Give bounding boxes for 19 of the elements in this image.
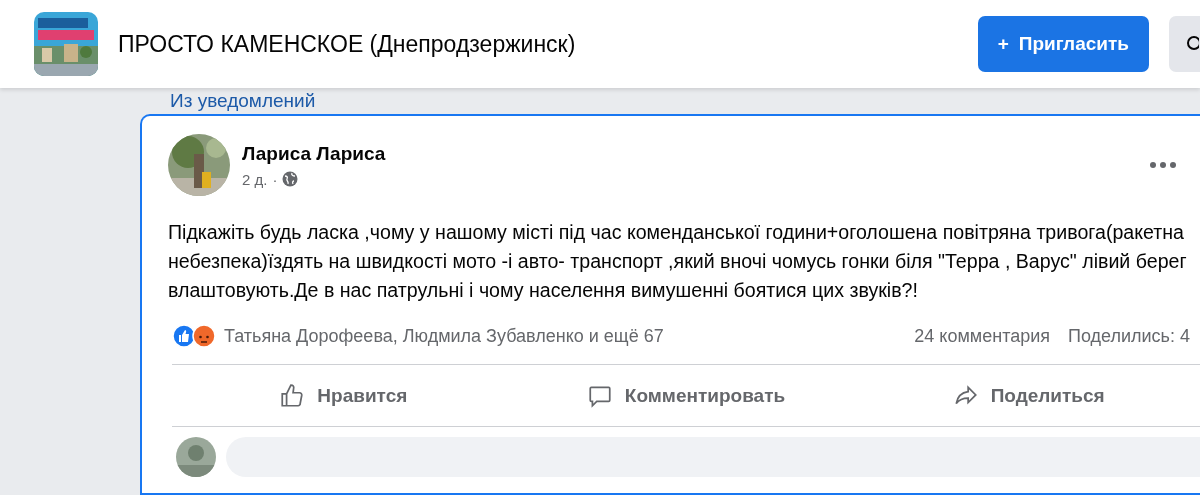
share-count[interactable]: Поделились: 4 <box>1068 325 1190 347</box>
search-icon <box>1185 35 1199 53</box>
author-name[interactable]: Лариса Лариса <box>242 142 386 164</box>
angry-reaction-icon <box>192 324 216 348</box>
comment-button[interactable]: Комментировать <box>514 365 858 426</box>
like-reaction-icon <box>172 324 196 348</box>
comment-count[interactable]: 24 комментария <box>914 325 1050 347</box>
globe-icon <box>282 171 299 187</box>
like-button[interactable]: Нравится <box>172 365 515 426</box>
separator-dot: · <box>272 170 278 188</box>
post-time[interactable]: 2 д. <box>242 170 268 188</box>
share-button[interactable]: Поделиться <box>857 365 1200 426</box>
thumbs-up-icon <box>279 382 306 409</box>
invite-button[interactable]: + Пригласить <box>977 16 1149 72</box>
notifications-link[interactable]: Из уведомлений <box>170 90 316 114</box>
post-text: Підкажіть будь ласка ,чому у нашому місті під час коменданської години+оголошена повітряна тривога(ракетна небезпека)їздять на швидкості мото -і авто- транспорт ,який вночі чомусь гонки біля "Терра , Варус" лівий берег влаштовують.Де в нас патрульні і чому населення вимушенні боятися цих звуків?! <box>168 220 1188 303</box>
reaction-names[interactable]: Татьяна Дорофеева, Людмила Зубавленко и ещё 67 <box>224 325 664 347</box>
more-options-icon[interactable] <box>1150 162 1176 168</box>
group-title: ПРОСТО КАМЕНСКОЕ (Днепродзержинск) <box>118 30 577 58</box>
